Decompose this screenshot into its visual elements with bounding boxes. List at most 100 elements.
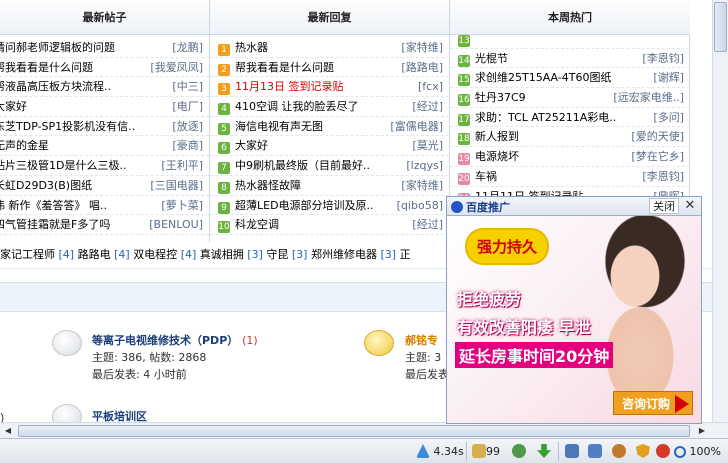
author-link[interactable]: [富儒电器] [390, 117, 443, 136]
list-item[interactable]: 10 科龙空调 [经过] [210, 215, 449, 235]
topic-link[interactable]: 410空调 让我的脸丢尽了 [235, 100, 359, 113]
moderator-link[interactable]: 真诚相拥 [200, 248, 244, 261]
moderator-link[interactable]: 郑州维修电器 [311, 248, 377, 261]
screen-button[interactable] [588, 439, 602, 463]
list-item[interactable]: 3 11月13日 签到记录贴 [fcx] [210, 77, 449, 98]
author-link[interactable]: [王利平] [161, 156, 203, 175]
author-link[interactable]: [我爱凤凤] [150, 58, 203, 77]
topic-link[interactable]: 热水器怪故障 [235, 179, 301, 192]
author-link[interactable]: [爱的天使] [631, 127, 684, 146]
list-item[interactable]: 15 求创维25T15AA-4T60图纸 [谢辉] [450, 68, 690, 89]
topic-link[interactable]: 大家好 [235, 139, 268, 152]
security-button[interactable] [636, 439, 650, 463]
moderator-link[interactable]: 家记工程师 [0, 248, 55, 261]
author-link[interactable]: [莫光] [412, 136, 443, 155]
list-item[interactable]: 7 中9刷机最终版（目前最好.. [lzqys] [210, 156, 449, 176]
list-item[interactable]: 18 新人报到 [爱的天使] [450, 127, 690, 148]
author-link[interactable]: [龙鹏] [172, 38, 203, 57]
topic-link[interactable]: 求助：TCL AT25211A彩电.. [475, 111, 616, 124]
topic-link[interactable]: 帮我看看是什么问题 [235, 61, 334, 74]
sound-button[interactable] [565, 439, 579, 463]
list-item[interactable]: 4 410空调 让我的脸丢尽了 [经过] [210, 97, 449, 117]
topic-link[interactable]: 长虹D29D3(B)图纸 [0, 179, 92, 192]
topic-link[interactable]: 牡丹37C9 [475, 91, 526, 104]
topic-link[interactable]: 帮液晶高压板方块流程.. [0, 80, 111, 93]
author-link[interactable]: [qibo58] [397, 196, 443, 215]
author-link[interactable]: [谢辉] [653, 68, 684, 87]
topic-link[interactable]: 中9刷机最终版（目前最好.. [235, 159, 370, 172]
moderator-link[interactable]: 路路电 [78, 248, 111, 261]
topic-link[interactable]: 电源烧坏 [475, 150, 519, 163]
author-link[interactable]: [家特维] [401, 38, 443, 57]
ad-cta-button[interactable]: 咨询订购 [612, 391, 693, 415]
topic-link[interactable]: 11月13日 签到记录贴 [235, 80, 344, 93]
scroll-left-icon[interactable]: ◀ [2, 425, 14, 437]
author-link[interactable]: [萝卜菜] [161, 196, 203, 215]
author-link[interactable]: [梦在它乡] [631, 147, 684, 166]
mail-notifier[interactable]: 99 [472, 439, 500, 463]
ad-banner[interactable]: 强力持久 拒绝疲劳 有效改善阳痿 早泄 延长房事时间20分钟 咨询订购 [447, 216, 701, 423]
list-item[interactable]: 20 车祸 [李恩钧] [450, 167, 690, 187]
topic-link[interactable]: 无声的金星 [0, 139, 49, 152]
zoom-control[interactable]: 100% [674, 439, 721, 463]
topic-link[interactable]: 东芝TDP-SP1投影机没有信.. [0, 120, 135, 133]
list-item[interactable]: 8 热水器怪故障 [家特维] [210, 176, 449, 196]
author-link[interactable]: [多问] [653, 108, 684, 127]
vertical-scroll-thumb[interactable] [714, 2, 727, 52]
block-button[interactable] [656, 439, 670, 463]
topic-link[interactable]: 超薄LED电源部分培训及原.. [235, 199, 374, 212]
forum-link-flat-training[interactable]: 平板培训区 [92, 408, 147, 422]
list-item[interactable]: 贴片三极管1D是什么三极.. [王利平] [0, 156, 209, 176]
author-link[interactable]: [经过] [412, 97, 443, 116]
author-link[interactable]: [放逐] [172, 117, 203, 136]
author-link[interactable]: [lzqys] [406, 156, 443, 175]
topic-link[interactable]: 贴片三极管1D是什么三极.. [0, 159, 126, 172]
topic-link[interactable]: 科龙空调 [235, 218, 279, 231]
list-item[interactable]: 14 光棍节 [李恩钧] [450, 49, 690, 69]
list-item[interactable]: 东芝TDP-SP1投影机没有信.. [放逐] [0, 117, 209, 137]
topic-link[interactable]: 四气管挂霜就是F多了吗 [0, 218, 110, 231]
list-item[interactable]: 13 [450, 29, 690, 49]
author-link[interactable]: [三国电器] [150, 176, 203, 195]
author-link[interactable]: [豪商] [172, 136, 203, 155]
list-item[interactable]: 大家好 [电厂] [0, 97, 209, 117]
list-item[interactable]: 16 牡丹37C9 [远宏家电维..] [450, 88, 690, 108]
list-item[interactable]: 长虹D29D3(B)图纸 [三国电器] [0, 176, 209, 196]
list-item[interactable]: 帮液晶高压板方块流程.. [中三] [0, 77, 209, 98]
moderator-link[interactable]: 守昆 [266, 248, 288, 261]
topic-link[interactable]: 光棍节 [475, 52, 508, 65]
vertical-scrollbar[interactable] [712, 0, 728, 422]
author-link[interactable]: [家特维] [401, 176, 443, 195]
list-item[interactable]: 伟 新作《羞答答》 唱.. [萝卜菜] [0, 196, 209, 216]
forum-link-pdp[interactable]: 等离子电视维修技术（PDP） (1) [92, 332, 258, 348]
list-item[interactable]: 9 超薄LED电源部分培训及原.. [qibo58] [210, 196, 449, 216]
author-link[interactable]: [BENLOU] [149, 215, 203, 234]
topic-link[interactable]: 求创维25T15AA-4T60图纸 [475, 71, 612, 84]
list-item[interactable]: 无声的金星 [豪商] [0, 136, 209, 157]
list-item[interactable]: 1 热水器 [家特维] [210, 38, 449, 58]
moderator-link[interactable]: 正 [400, 248, 411, 261]
topic-link[interactable]: 车祸 [475, 170, 497, 183]
list-item[interactable]: 帮我看看是什么问题 [我爱凤凤] [0, 58, 209, 78]
list-item[interactable]: 5 海信电视有声无图 [富儒电器] [210, 117, 449, 137]
list-item[interactable]: 6 大家好 [莫光] [210, 136, 449, 157]
author-link[interactable]: [远宏家电维..] [613, 88, 684, 107]
user-status[interactable] [512, 439, 526, 463]
topic-link[interactable]: 热水器 [235, 41, 268, 54]
list-item[interactable]: 17 求助：TCL AT25211A彩电.. [多问] [450, 108, 690, 128]
close-icon[interactable]: ✕ [682, 198, 698, 214]
list-item[interactable]: 四气管挂霜就是F多了吗 [BENLOU] [0, 215, 209, 235]
browser-mode-button[interactable] [612, 439, 626, 463]
horizontal-scroll-thumb[interactable] [18, 425, 690, 437]
horizontal-scrollbar[interactable]: ◀ ▶ [0, 422, 728, 438]
topic-link[interactable]: 伟 新作《羞答答》 唱.. [0, 199, 107, 212]
moderator-link[interactable]: 双电程控 [133, 248, 177, 261]
author-link[interactable]: [经过] [412, 215, 443, 234]
author-link[interactable]: [李恩钧] [642, 167, 684, 186]
scroll-right-icon[interactable]: ▶ [696, 425, 708, 437]
topic-link[interactable]: 新人报到 [475, 130, 519, 143]
author-link[interactable]: [中三] [172, 77, 203, 96]
topic-link[interactable]: 请问郝老师逻辑板的问题 [0, 41, 115, 54]
list-item[interactable]: 19 电源烧坏 [梦在它乡] [450, 147, 690, 167]
load-speed[interactable]: 4.34s [416, 439, 464, 463]
